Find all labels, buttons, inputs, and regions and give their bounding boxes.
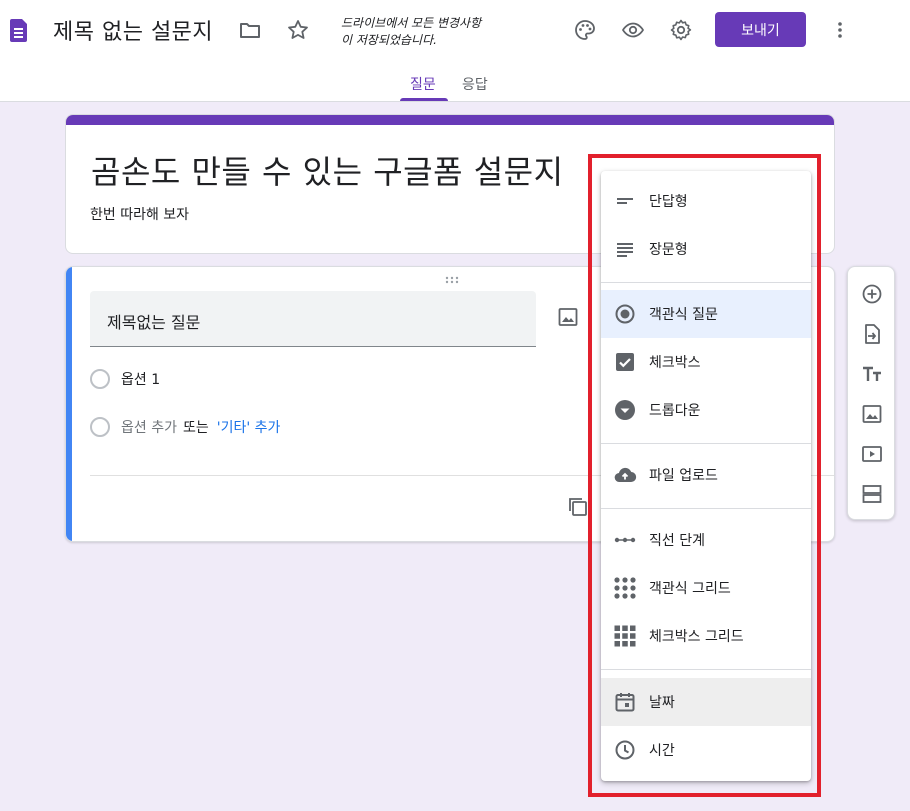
form-description[interactable]: 한번 따라해 보자	[90, 204, 189, 224]
tab-responses[interactable]: 응답	[462, 74, 488, 94]
tab-questions[interactable]: 질문	[410, 74, 436, 94]
floating-toolbar	[847, 266, 895, 520]
save-status-text: 드라이브에서 모든 변경사항 이 저장되었습니다.	[341, 15, 521, 49]
add-option-link[interactable]: 옵션 추가	[121, 417, 177, 437]
send-button[interactable]: 보내기	[715, 12, 806, 47]
preview-eye-icon[interactable]	[621, 18, 645, 42]
add-option-or-text: 또는	[182, 420, 209, 436]
option-row-1[interactable]: 옵션 1	[90, 369, 160, 389]
add-image-to-question-icon[interactable]	[556, 305, 580, 329]
form-title[interactable]: 곰손도 만들 수 있는 구글폼 설문지	[91, 147, 564, 193]
red-highlight-box	[588, 154, 821, 797]
option-radio-icon	[90, 369, 110, 389]
drag-handle-icon[interactable]	[445, 276, 459, 284]
add-video-icon[interactable]	[860, 442, 884, 466]
add-question-icon[interactable]	[860, 282, 884, 306]
top-header: 제목 없는 설문지 드라이브에서 모든 변경사항 이 저장되었습니다. 보내기 …	[0, 0, 910, 102]
settings-gear-icon[interactable]	[669, 18, 693, 42]
title-card-color-bar	[66, 115, 834, 125]
import-questions-icon[interactable]	[860, 322, 884, 346]
option-label[interactable]: 옵션 1	[121, 369, 160, 389]
add-section-icon[interactable]	[860, 482, 884, 506]
active-question-accent	[66, 267, 72, 541]
google-forms-logo-icon[interactable]	[10, 19, 27, 42]
palette-icon[interactable]	[573, 18, 597, 42]
active-tab-indicator	[400, 98, 448, 101]
save-status-line2: 이 저장되었습니다.	[341, 33, 437, 47]
add-image-icon[interactable]	[860, 402, 884, 426]
folder-icon[interactable]	[238, 18, 262, 42]
more-vert-icon[interactable]	[828, 18, 852, 42]
star-icon[interactable]	[286, 18, 310, 42]
add-title-text-icon[interactable]	[860, 362, 884, 386]
add-other-link[interactable]: '기타' 추가	[217, 417, 281, 437]
save-status-line1: 드라이브에서 모든 변경사항	[341, 16, 482, 30]
document-title[interactable]: 제목 없는 설문지	[53, 14, 213, 46]
add-option-row[interactable]: 옵션 추가 또는 '기타' 추가	[90, 417, 280, 437]
duplicate-question-icon[interactable]	[566, 495, 590, 519]
add-option-radio-icon	[90, 417, 110, 437]
question-title-input[interactable]: 제목없는 질문	[90, 291, 536, 347]
question-title-text: 제목없는 질문	[107, 313, 201, 332]
